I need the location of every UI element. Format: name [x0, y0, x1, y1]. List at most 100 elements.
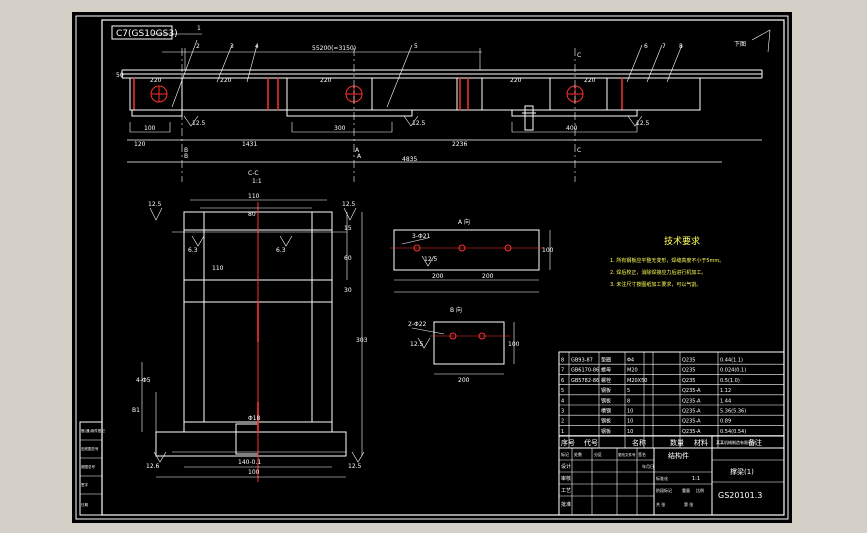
- side-stamp-4: 签字: [81, 482, 88, 487]
- section-dim-side-4: 303: [356, 337, 368, 344]
- side-stamp-1: 借(通)用件登记: [81, 428, 105, 433]
- section-mark-b-2: B: [184, 153, 188, 160]
- title-drawing-name: 撑梁(1): [730, 467, 754, 476]
- parts-cell: 1.12: [720, 388, 731, 394]
- title-row-label-6: 年月日: [642, 463, 654, 469]
- parts-cell: 1.44: [720, 398, 731, 404]
- parts-cell: Q235-A: [682, 398, 701, 404]
- section-roughness-3: 6.3: [188, 247, 198, 254]
- title-label-5: 共 张: [656, 501, 665, 507]
- parts-cell: 垫圈: [601, 357, 611, 364]
- dim-spacing-1: 220: [150, 77, 162, 84]
- tech-requirements: 技术要求 1. 所有钢板应平整无变形，焊缝高度不小于5mm。 2. 焊后校正，消…: [610, 235, 724, 288]
- tech-item-3: 3. 未注尺寸按图纸加工要求，可以气割。: [610, 281, 701, 288]
- section-dim-bottom: 100: [248, 469, 260, 476]
- view-a-dim-1: 200: [432, 273, 444, 280]
- tech-title: 技术要求: [664, 235, 700, 247]
- section-dim-left-hole: 4-Φ5: [136, 377, 151, 384]
- roughness-1: 12.5: [192, 120, 206, 127]
- parts-cell: 5: [561, 388, 564, 394]
- tech-item-1: 1. 所有钢板应平整无变形，焊缝高度不小于5mm。: [610, 257, 724, 264]
- section-dim-side-2: 60: [344, 255, 352, 262]
- part-number-2: 2: [196, 43, 200, 50]
- parts-cell: 0.5(1.0): [720, 378, 740, 384]
- parts-cell: Q235: [682, 378, 695, 384]
- part-number-6: 6: [644, 43, 648, 50]
- section-dim-top-1: 110: [248, 193, 260, 200]
- parts-cell: 钢板: [601, 397, 611, 404]
- dim-left-small: 50: [116, 72, 124, 79]
- parts-cell: 2: [561, 419, 564, 425]
- bottom-dim-3: 2236: [452, 141, 467, 148]
- dim-pad-3: 400: [566, 125, 578, 132]
- total-dim: 55200(=3150): [312, 45, 356, 52]
- section-cc-title: C-C: [248, 170, 259, 177]
- section-mark-a-2: A: [357, 153, 362, 160]
- section-center-hole: Φ18: [248, 415, 261, 422]
- drawing-sheet: C7(GS10GS3) 1 2 3 4 5 6 7 8 55200(=3150)…: [72, 12, 792, 523]
- view-a-holes: 3-Φ21: [412, 233, 431, 240]
- part-number-8: 8: [679, 43, 683, 50]
- section-roughness-4: 6.3: [276, 247, 286, 254]
- dim-spacing-2: 220: [220, 77, 232, 84]
- bottom-dim-2: 1431: [242, 141, 257, 148]
- section-cc-scale: 1:1: [252, 178, 262, 185]
- parts-cell: 4: [561, 398, 564, 404]
- parts-cell: Q235-A: [682, 388, 701, 394]
- parts-cell: 8: [627, 398, 630, 404]
- title-label-4: 比例: [696, 487, 704, 493]
- top-view: [121, 29, 771, 182]
- title-row-label-2: 处数: [574, 451, 582, 457]
- view-b-dim-width: 100: [508, 341, 520, 348]
- parts-cell: GB93-87: [571, 358, 593, 364]
- section-roughness-1: 12.5: [148, 201, 162, 208]
- parts-header-6: 备注: [748, 438, 762, 447]
- view-a-title: A 向: [458, 218, 470, 226]
- part-number-4: 4: [255, 43, 259, 50]
- parts-cell: 7: [561, 368, 564, 374]
- dim-spacing-5: 220: [584, 77, 596, 84]
- parts-cell: 钢板: [601, 387, 611, 394]
- parts-cell: 螺栓: [601, 377, 611, 384]
- parts-cell: 8: [561, 358, 564, 364]
- side-stamp-3: 底图总号: [81, 464, 95, 469]
- view-a-dim-2: 200: [482, 273, 494, 280]
- title-role-2: 审核: [561, 475, 571, 482]
- section-roughness-5: 12.6: [146, 463, 160, 470]
- title-row-label-4: 更改文件号: [618, 452, 636, 457]
- parts-cell: 钢板: [601, 428, 611, 435]
- section-dim-top-2: 80: [248, 211, 256, 218]
- dim-spacing-4: 220: [510, 77, 522, 84]
- dim-spacing-3: 220: [320, 77, 332, 84]
- view-b-dim-bottom: 200: [458, 377, 470, 384]
- side-stamp-2: 旧底图总号: [81, 446, 99, 451]
- section-dim-mid: 110: [212, 265, 224, 272]
- title-row-label-3: 分区: [594, 451, 602, 457]
- section-dim-side-1: 15: [344, 225, 352, 232]
- view-b-roughness: 12.5: [410, 341, 424, 348]
- section-cc: [141, 199, 365, 482]
- title-row-label-1: 标记: [561, 451, 569, 457]
- side-stamp-5: 日期: [81, 502, 88, 507]
- title-label-3: 重量: [682, 487, 690, 493]
- parts-cell: Q235-A: [682, 419, 701, 425]
- section-roughness-6: 12.5: [348, 463, 362, 470]
- section-mark-c-top: C: [577, 52, 581, 59]
- title-drawing-no: GS20101.3: [718, 491, 762, 500]
- bottom-dim-1: 120: [134, 141, 146, 148]
- parts-cell: 5: [627, 388, 630, 394]
- parts-cell: M20X50: [627, 378, 647, 384]
- view-b: [411, 321, 515, 375]
- parts-cell: 1: [561, 429, 564, 435]
- roughness-2: 12.5: [412, 120, 426, 127]
- marker-right: 下图: [734, 41, 746, 48]
- section-dim-side-3: 30: [344, 287, 352, 294]
- title-label-6: 第 张: [684, 501, 693, 507]
- parts-cell: 槽钢: [601, 408, 611, 415]
- cad-viewport[interactable]: C7(GS10GS3) 1 2 3 4 5 6 7 8 55200(=3150)…: [0, 0, 867, 533]
- parts-header-4: 数量: [670, 438, 684, 447]
- dim-pad-2: 300: [334, 125, 346, 132]
- part-number-5: 5: [414, 43, 418, 50]
- tech-item-2: 2. 焊后校正，消除焊接应力后进行机加工。: [610, 269, 706, 276]
- parts-cell: 0.44(1.1): [720, 358, 743, 364]
